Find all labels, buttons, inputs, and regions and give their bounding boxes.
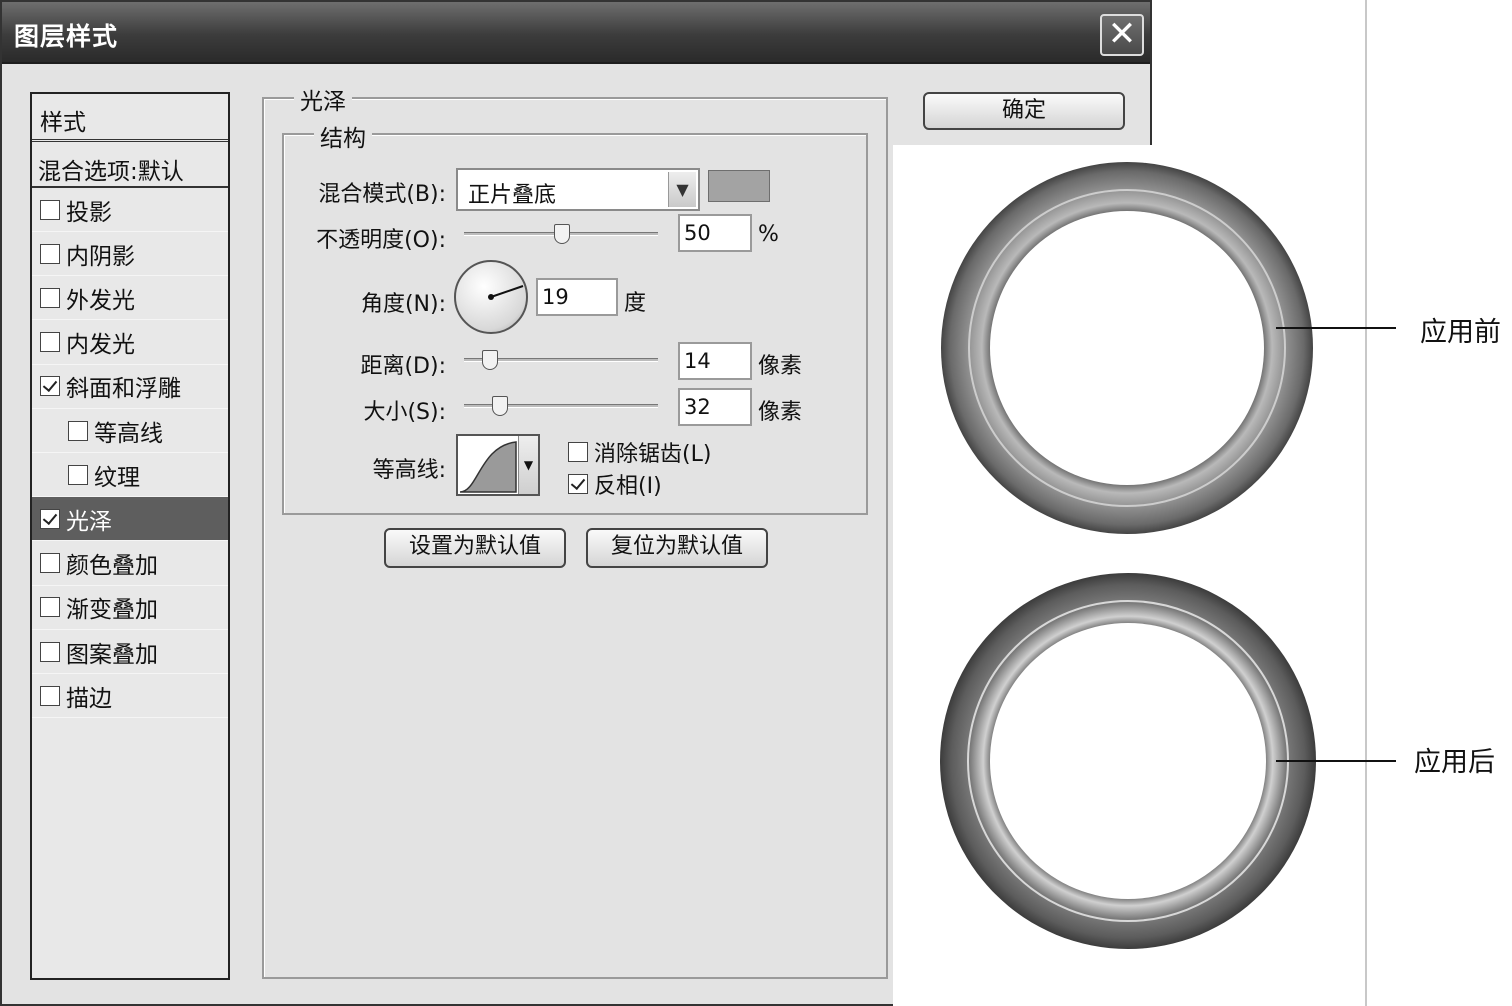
style-item-label: 斜面和浮雕 [66,376,181,403]
opacity-slider-thumb[interactable] [554,224,570,244]
make-default-button[interactable]: 设置为默认值 [384,528,566,568]
blend-mode-select[interactable]: 正片叠底 ▼ [456,168,700,211]
contour-picker[interactable]: ▼ [456,434,540,496]
style-item-label: 纹理 [94,464,140,491]
angle-dial[interactable] [454,260,528,334]
style-item[interactable]: 渐变叠加 [32,586,228,630]
style-item[interactable]: 图案叠加 [32,630,228,674]
style-item-checkbox[interactable] [40,376,60,397]
style-item-label: 光泽 [66,508,112,535]
close-icon[interactable]: ✕ [1100,14,1144,56]
ring-before [941,162,1313,534]
style-item-checkbox[interactable] [40,553,60,574]
reset-default-button[interactable]: 复位为默认值 [586,528,768,568]
style-item[interactable]: 颜色叠加 [32,542,228,586]
angle-input[interactable]: 19 [536,278,618,316]
opacity-input[interactable]: 50 [678,214,752,252]
ring-after [940,573,1316,949]
style-item-checkbox[interactable] [40,508,60,529]
satin-color-swatch[interactable] [708,170,770,202]
style-item-checkbox[interactable] [40,287,60,308]
blend-mode-label: 混合模式(B): [318,182,446,207]
size-slider-thumb[interactable] [492,396,508,416]
style-item[interactable]: 描边 [32,674,228,719]
size-label: 大小(S): [363,400,446,425]
dialog-title: 图层样式 [14,22,119,51]
after-leader-line [1276,760,1396,762]
style-item-label: 投影 [66,199,112,226]
distance-slider-thumb[interactable] [482,350,498,370]
blend-options-item[interactable]: 混合选项:默认 [32,144,228,188]
structure-group-title: 结构 [314,119,372,153]
contour-curve-icon [459,441,517,493]
style-list-header[interactable]: 样式 [32,94,228,142]
opacity-unit: % [758,222,779,247]
style-item-label: 内发光 [66,332,135,359]
distance-unit: 像素 [758,354,803,379]
style-list: 样式 混合选项:默认 投影内阴影外发光内发光斜面和浮雕等高线纹理光泽颜色叠加渐变… [30,92,230,980]
page-edge [1365,0,1367,1006]
style-item-label: 内阴影 [66,243,135,270]
ring-illustrations [940,162,1316,949]
size-input[interactable]: 32 [678,388,752,426]
distance-label: 距离(D): [360,354,446,379]
style-item[interactable]: 纹理 [32,453,228,498]
title-bar[interactable]: 图层样式 ✕ [2,2,1150,64]
invert-box[interactable] [568,474,588,494]
style-item-checkbox[interactable] [68,420,88,441]
antialias-box[interactable] [568,442,588,462]
size-unit: 像素 [758,400,803,425]
style-item-checkbox[interactable] [40,332,60,353]
style-item[interactable]: 等高线 [32,409,228,453]
chevron-down-icon[interactable]: ▼ [518,436,538,494]
style-item-label: 颜色叠加 [66,553,158,580]
opacity-label: 不透明度(O): [316,228,446,253]
after-caption: 应用后 [1414,747,1495,778]
satin-group-title: 光泽 [294,82,352,116]
before-leader-line [1276,327,1396,329]
style-item[interactable]: 内阴影 [32,232,228,277]
antialias-checkbox[interactable]: 消除锯齿(L) [568,436,711,468]
style-item[interactable]: 光泽 [32,497,228,542]
chevron-down-icon[interactable]: ▼ [668,172,696,207]
style-item-checkbox[interactable] [40,243,60,264]
angle-unit: 度 [624,291,647,316]
ok-button[interactable]: 确定 [923,92,1125,130]
distance-input[interactable]: 14 [678,342,752,380]
style-item-checkbox[interactable] [40,641,60,662]
contour-label: 等高线: [372,458,446,483]
invert-checkbox[interactable]: 反相(I) [568,468,662,500]
blend-mode-value: 正片叠底 [468,183,557,208]
style-item[interactable]: 投影 [32,188,228,232]
style-item-label: 渐变叠加 [66,597,158,624]
style-item-label: 描边 [66,685,112,712]
style-item-checkbox[interactable] [40,685,60,706]
style-item-checkbox[interactable] [40,597,60,618]
style-item[interactable]: 外发光 [32,276,228,321]
style-item-label: 外发光 [66,287,135,314]
angle-needle-icon [488,285,524,300]
style-item-label: 图案叠加 [66,641,158,668]
invert-label: 反相(I) [594,474,662,499]
antialias-label: 消除锯齿(L) [594,442,712,467]
style-item[interactable]: 斜面和浮雕 [32,365,228,409]
style-item-checkbox[interactable] [68,464,88,485]
style-item-checkbox[interactable] [40,199,60,220]
angle-label: 角度(N): [360,292,446,317]
style-item-label: 等高线 [94,420,163,447]
before-caption: 应用前 [1420,317,1501,348]
style-item[interactable]: 内发光 [32,321,228,365]
